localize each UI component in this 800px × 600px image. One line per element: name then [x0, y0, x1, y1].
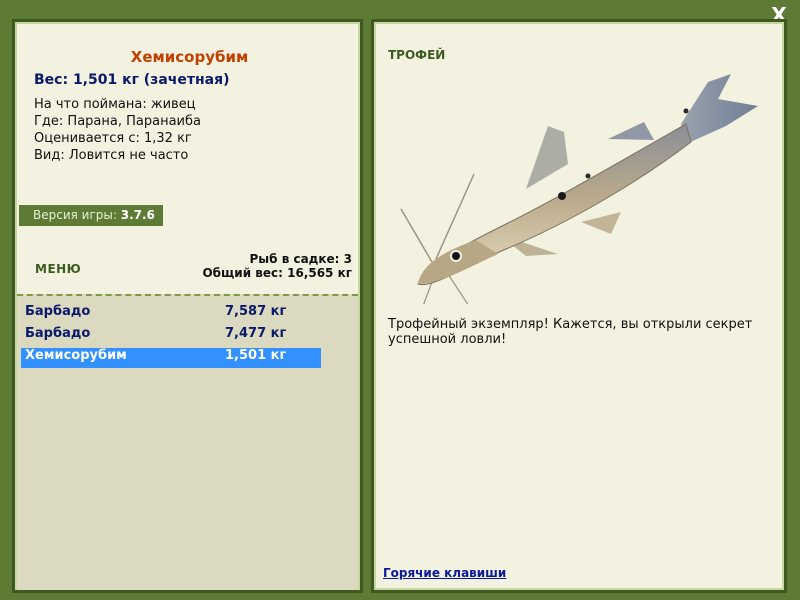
menu-button[interactable]: МЕНЮ [35, 262, 81, 276]
list-item-selected[interactable]: Хемисорубим 1,501 кг [21, 348, 321, 368]
version-label: Версия игры: [33, 208, 117, 222]
catch-list[interactable]: Барбадо 7,587 кг Барбадо 7,477 кг Хемисо… [17, 294, 358, 590]
trophy-description: Трофейный экземпляр! Кажется, вы открыли… [388, 317, 753, 347]
cage-count: Рыб в садке: 3 [249, 252, 353, 266]
detail-min-weight: Оценивается с: 1,32 кг [34, 131, 192, 146]
fish-image [400, 74, 758, 304]
list-item[interactable]: Барбадо 7,477 кг [21, 326, 321, 346]
fish-info-panel: Хемисорубим Вес: 1,501 кг (зачетная) На … [12, 19, 363, 593]
cage-total-weight: Общий вес: 16,565 кг [202, 266, 352, 280]
detail-bait: На что поймана: живец [34, 97, 196, 112]
fish-name-title: Хемисорубим [130, 48, 249, 66]
fish-weight: Вес: 1,501 кг (зачетная) [34, 72, 230, 88]
list-item-name: Хемисорубим [25, 348, 127, 363]
list-item-name: Барбадо [25, 304, 91, 319]
game-version: Версия игры: 3.7.6 [19, 205, 163, 226]
fish-details: На что поймана: живец Где: Парана, Паран… [34, 96, 201, 164]
detail-location: Где: Парана, Паранаиба [34, 114, 201, 129]
list-item[interactable]: Барбадо 7,587 кг [21, 304, 321, 324]
trophy-panel: ТРОФЕЙ Трофейный экземпляр! Кажется, вы … [371, 19, 787, 593]
version-value: 3.7.6 [120, 208, 155, 222]
detail-rarity: Вид: Ловится не часто [34, 148, 189, 163]
hotkeys-link[interactable]: Горячие клавиши [383, 566, 506, 580]
list-item-name: Барбадо [25, 326, 91, 341]
list-item-weight: 7,587 кг [225, 304, 287, 319]
cage-summary: Рыб в садке: 3 Общий вес: 16,565 кг [202, 252, 352, 280]
list-item-weight: 7,477 кг [225, 326, 287, 341]
list-item-weight: 1,501 кг [225, 348, 287, 363]
